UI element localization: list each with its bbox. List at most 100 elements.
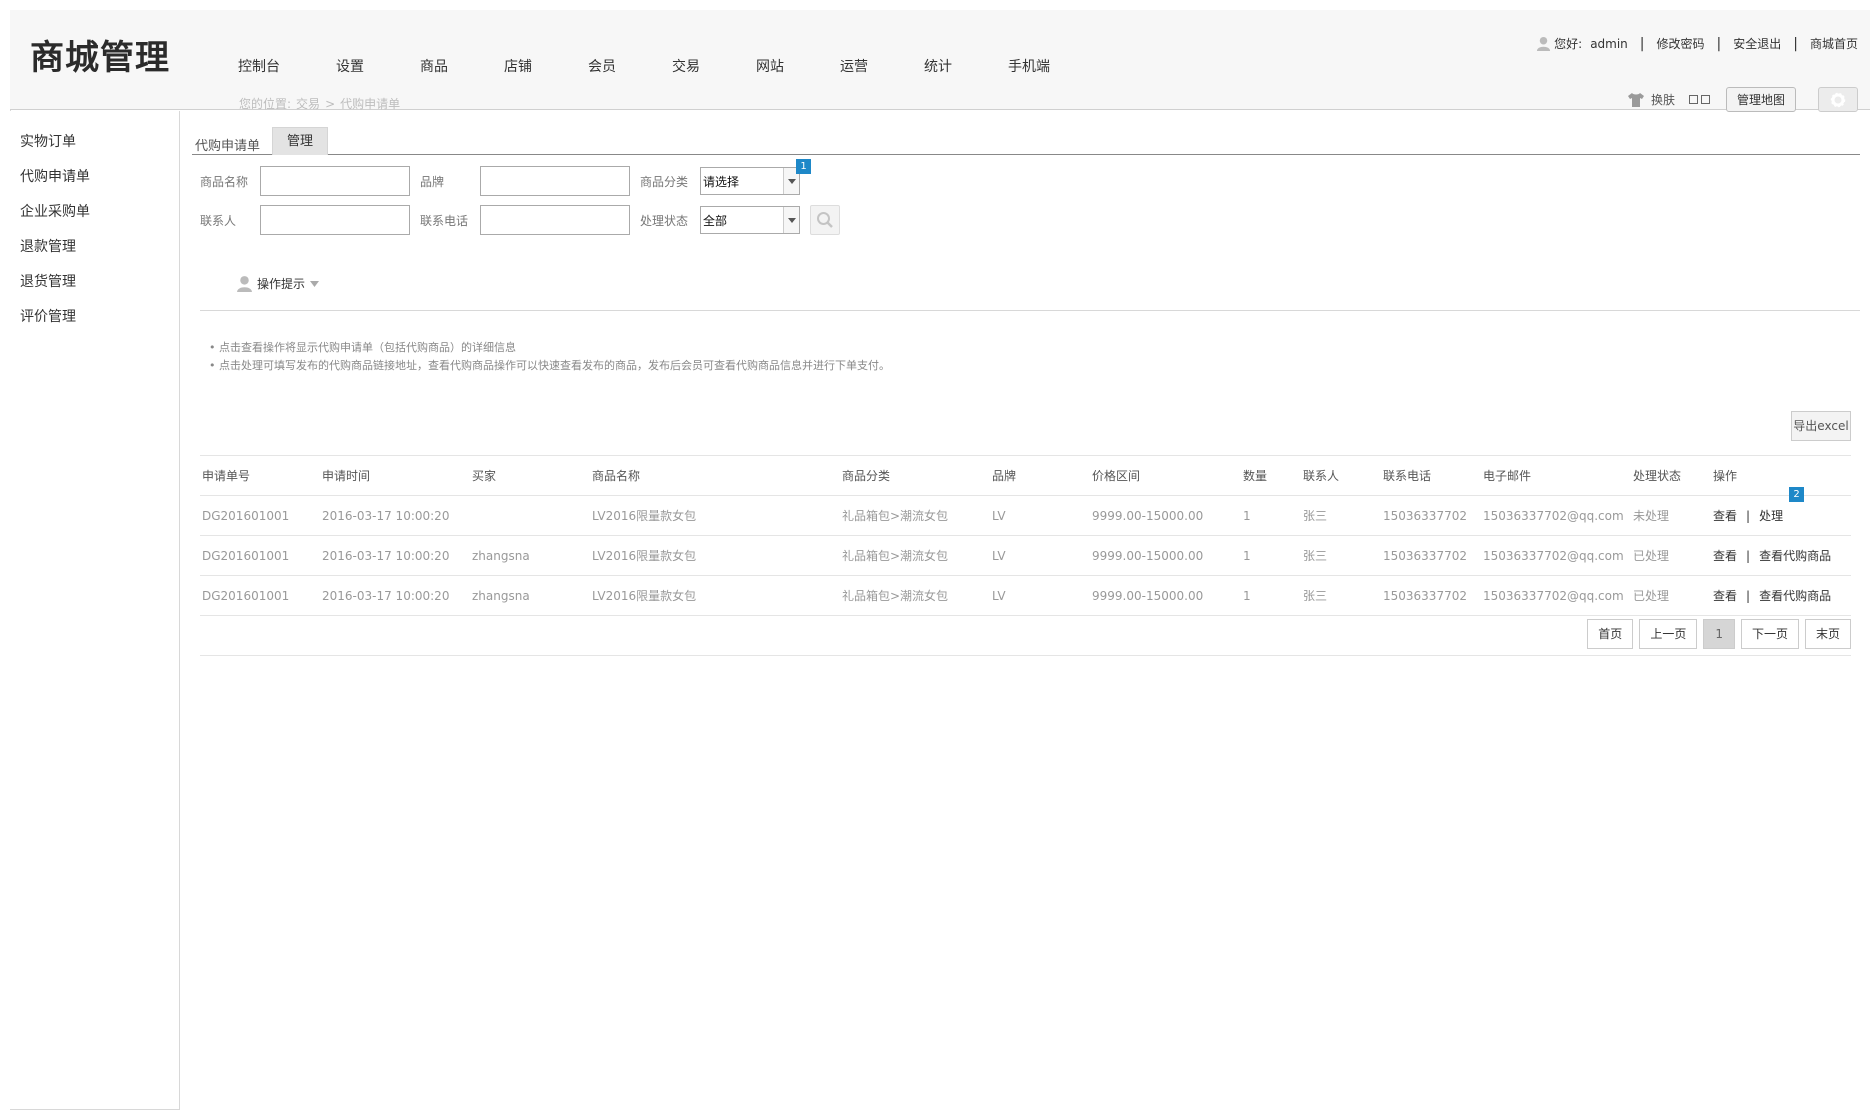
guide-badge-2: 2	[1789, 487, 1804, 502]
chevron-down-icon	[310, 280, 320, 287]
sidebar-item-physical-orders[interactable]: 实物订单	[10, 125, 179, 160]
tip-text: 点击查看操作将显示代购申请单（包括代购商品）的详细信息	[219, 341, 516, 354]
col-header-actions-label: 操作	[1713, 469, 1738, 483]
cell-status: 已处理	[1631, 535, 1711, 576]
col-header-buyer[interactable]: 买家	[470, 455, 590, 496]
cell-contact: 张三	[1301, 575, 1381, 616]
first-page-button[interactable]: 首页	[1587, 619, 1634, 649]
tip-item: • 点击处理可填写发布的代购商品链接地址，查看代购商品操作可以快速查看发布的商品…	[209, 359, 890, 372]
phone-input[interactable]	[480, 205, 630, 235]
col-header-category[interactable]: 商品分类	[840, 455, 990, 496]
view-link[interactable]: 查看	[1713, 509, 1737, 523]
cell-request-time: 2016-03-17 10:00:20	[320, 535, 470, 576]
col-header-brand[interactable]: 品牌	[990, 455, 1090, 496]
cell-email: 15036337702@qq.com	[1481, 575, 1631, 616]
sidebar-item-reviews[interactable]: 评价管理	[10, 300, 179, 335]
sidebar-item-proxy-requests[interactable]: 代购申请单	[10, 160, 179, 195]
col-header-product-name[interactable]: 商品名称	[590, 455, 840, 496]
category-select[interactable]: 请选择 1	[700, 159, 811, 195]
nav-stores[interactable]: 店铺	[504, 56, 532, 76]
product-name-input[interactable]	[260, 166, 410, 196]
col-header-actions: 操作 2	[1711, 455, 1851, 502]
tab-manage[interactable]: 管理	[272, 127, 328, 155]
cell-buyer	[470, 495, 590, 536]
page-title: 代购申请单	[195, 139, 261, 154]
cell-price-range: 9999.00-15000.00	[1090, 535, 1241, 576]
nav-mobile[interactable]: 手机端	[1008, 56, 1050, 76]
sidebar-menu: 实物订单 代购申请单 企业采购单 退款管理 退货管理 评价管理	[10, 125, 179, 335]
nav-products[interactable]: 商品	[420, 56, 448, 76]
guide-badge-1: 1	[796, 159, 811, 174]
tips-toggle[interactable]: 操作提示	[236, 275, 320, 292]
store-home-link[interactable]: 商城首页	[1810, 35, 1858, 52]
export-excel-button[interactable]: 导出excel	[1791, 411, 1851, 441]
contact-input[interactable]	[260, 205, 410, 235]
next-page-button[interactable]: 下一页	[1740, 619, 1799, 649]
cell-price-range: 9999.00-15000.00	[1090, 575, 1241, 616]
cell-product-name: LV2016限量款女包	[590, 495, 840, 536]
sidebar-item-enterprise-purchase[interactable]: 企业采购单	[10, 195, 179, 230]
cell-quantity: 1	[1241, 495, 1301, 536]
cell-actions: 查看 | 处理	[1711, 495, 1851, 536]
col-header-request-no[interactable]: 申请单号	[200, 455, 320, 496]
col-header-phone[interactable]: 联系电话	[1381, 455, 1481, 496]
cell-phone: 15036337702	[1381, 495, 1481, 536]
nav-trade[interactable]: 交易	[672, 56, 700, 76]
sidebar-item-returns[interactable]: 退货管理	[10, 265, 179, 300]
prev-page-button[interactable]: 上一页	[1639, 619, 1698, 649]
nav-website[interactable]: 网站	[756, 56, 784, 76]
cell-product-name: LV2016限量款女包	[590, 535, 840, 576]
tab-bar: 代购申请单 管理	[192, 127, 1860, 155]
skin-button[interactable]: 换肤	[1651, 91, 1675, 108]
col-header-email[interactable]: 电子邮件	[1481, 455, 1631, 496]
cell-category: 礼品箱包>潮流女包	[840, 535, 990, 576]
current-page-button[interactable]: 1	[1703, 619, 1735, 649]
process-link[interactable]: 处理	[1759, 509, 1783, 523]
cell-phone: 15036337702	[1381, 575, 1481, 616]
cell-request-no: DG201601001	[200, 495, 320, 536]
username: admin	[1590, 36, 1628, 51]
view-proxy-product-link[interactable]: 查看代购商品	[1759, 549, 1831, 563]
status-select[interactable]: 全部	[700, 206, 800, 234]
settings-button[interactable]	[1818, 87, 1858, 112]
col-header-contact[interactable]: 联系人	[1301, 455, 1381, 496]
table-header-row: 申请单号 申请时间 买家 商品名称 商品分类 品牌 价格区间 数量 联系人 联系…	[200, 455, 1851, 502]
layout-toggle-2[interactable]	[1700, 95, 1710, 104]
last-page-button[interactable]: 末页	[1804, 619, 1851, 649]
nav-statistics[interactable]: 统计	[924, 56, 952, 76]
divider	[200, 310, 1860, 311]
cell-contact: 张三	[1301, 535, 1381, 576]
col-header-status[interactable]: 处理状态	[1631, 455, 1711, 496]
status-select-value: 全部	[703, 213, 728, 228]
col-header-price-range[interactable]: 价格区间	[1090, 455, 1241, 496]
nav-operations[interactable]: 运营	[840, 56, 868, 76]
logout-link[interactable]: 安全退出	[1733, 35, 1781, 52]
brand-input[interactable]	[480, 166, 630, 196]
separator: |	[1793, 35, 1798, 52]
cell-product-name: LV2016限量款女包	[590, 575, 840, 616]
nav-settings[interactable]: 设置	[336, 56, 364, 76]
nav-members[interactable]: 会员	[588, 56, 616, 76]
admin-map-button[interactable]: 管理地图	[1725, 87, 1796, 112]
shirt-icon[interactable]	[1627, 92, 1645, 108]
breadcrumb-level1[interactable]: 交易	[296, 97, 320, 111]
tip-text: 点击处理可填写发布的代购商品链接地址，查看代购商品操作可以快速查看发布的商品，发…	[219, 359, 890, 372]
cell-email: 15036337702@qq.com	[1481, 535, 1631, 576]
change-password-link[interactable]: 修改密码	[1657, 35, 1705, 52]
cell-request-time: 2016-03-17 10:00:20	[320, 575, 470, 616]
sidebar-item-refunds[interactable]: 退款管理	[10, 230, 179, 265]
greeting-label: 您好:	[1554, 37, 1583, 51]
nav-dashboard[interactable]: 控制台	[238, 56, 280, 76]
view-link[interactable]: 查看	[1713, 549, 1737, 563]
filter-row-2: 联系人 联系电话 处理状态 全部	[200, 205, 840, 235]
tips-title: 操作提示	[257, 277, 306, 291]
breadcrumb-prefix: 您的位置:	[239, 97, 292, 111]
view-proxy-product-link[interactable]: 查看代购商品	[1759, 589, 1831, 603]
layout-toggle-1[interactable]	[1688, 95, 1698, 104]
search-button[interactable]	[810, 205, 840, 235]
cell-contact: 张三	[1301, 495, 1381, 536]
view-link[interactable]: 查看	[1713, 589, 1737, 603]
col-header-quantity[interactable]: 数量	[1241, 455, 1301, 496]
col-header-request-time[interactable]: 申请时间	[320, 455, 470, 496]
cell-brand: LV	[990, 575, 1090, 616]
